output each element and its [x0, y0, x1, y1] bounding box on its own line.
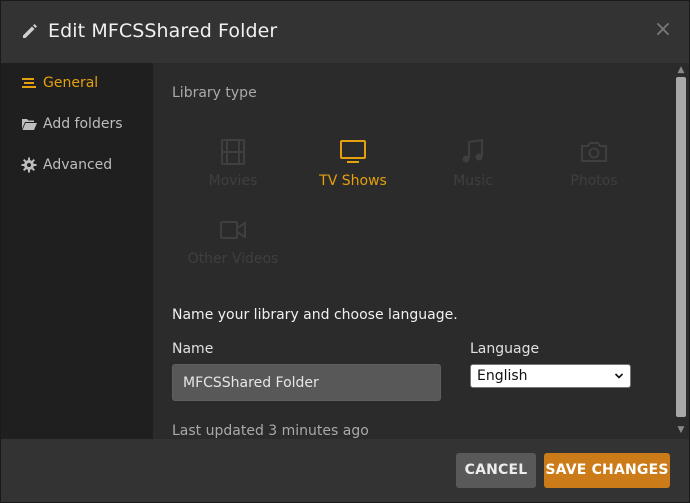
- scroll-up-arrow-icon[interactable]: ▲: [673, 63, 689, 77]
- last-updated-text: Last updated 3 minutes ago: [172, 423, 369, 439]
- panel-scrollbar[interactable]: ▲ ▼: [673, 63, 689, 439]
- list-icon: [22, 78, 36, 88]
- sidebar-item-label: Advanced: [43, 157, 113, 173]
- language-select[interactable]: English: [470, 364, 631, 388]
- library-type-heading: Library type: [172, 85, 257, 101]
- gear-icon: [21, 157, 37, 173]
- library-type-label: Other Videos: [187, 251, 279, 267]
- edit-library-dialog: Edit MFCSShared Folder × General Add fol…: [0, 0, 690, 503]
- film-icon: [221, 139, 245, 165]
- folder-open-icon: [22, 119, 37, 130]
- library-type-tv-shows[interactable]: TV Shows: [293, 139, 413, 209]
- settings-sidebar: General Add folders Advanced: [1, 63, 153, 439]
- library-type-label: TV Shows: [319, 173, 387, 189]
- library-type-label: Movies: [208, 173, 258, 189]
- sidebar-item-label: Add folders: [43, 116, 123, 132]
- video-camera-icon: [220, 221, 246, 239]
- sidebar-item-add-folders[interactable]: Add folders: [1, 106, 153, 142]
- tv-icon: [340, 140, 366, 163]
- sidebar-item-advanced[interactable]: Advanced: [1, 147, 153, 183]
- library-type-label: Photos: [570, 173, 618, 189]
- library-type-photos[interactable]: Photos: [534, 139, 654, 209]
- name-language-prompt: Name your library and choose language.: [172, 307, 458, 323]
- language-selected-value: English: [477, 368, 528, 384]
- scroll-down-arrow-icon[interactable]: ▼: [673, 423, 689, 437]
- library-type-label: Music: [453, 173, 493, 189]
- chevron-down-icon: [614, 373, 624, 379]
- language-field-label: Language: [470, 341, 540, 357]
- cancel-button[interactable]: CANCEL: [456, 453, 536, 488]
- close-icon[interactable]: ×: [653, 19, 673, 41]
- save-changes-button[interactable]: SAVE CHANGES: [544, 453, 670, 488]
- library-type-music[interactable]: Music: [413, 139, 533, 209]
- library-type-movies[interactable]: Movies: [173, 139, 293, 209]
- dialog-header: Edit MFCSShared Folder ×: [1, 1, 689, 63]
- general-settings-panel: Library type Movies TV Shows Music Photo…: [153, 63, 673, 439]
- camera-icon: [581, 142, 607, 162]
- music-note-icon: [462, 139, 483, 163]
- scrollbar-thumb[interactable]: [676, 77, 686, 417]
- sidebar-item-general[interactable]: General: [1, 65, 153, 101]
- dialog-title: Edit MFCSShared Folder: [48, 20, 278, 42]
- name-field-label: Name: [172, 341, 214, 357]
- dialog-footer: CANCEL SAVE CHANGES: [1, 439, 689, 502]
- library-name-input[interactable]: [172, 364, 441, 401]
- pencil-icon: [23, 24, 37, 38]
- sidebar-item-label: General: [43, 75, 99, 91]
- library-type-other-videos[interactable]: Other Videos: [173, 217, 293, 287]
